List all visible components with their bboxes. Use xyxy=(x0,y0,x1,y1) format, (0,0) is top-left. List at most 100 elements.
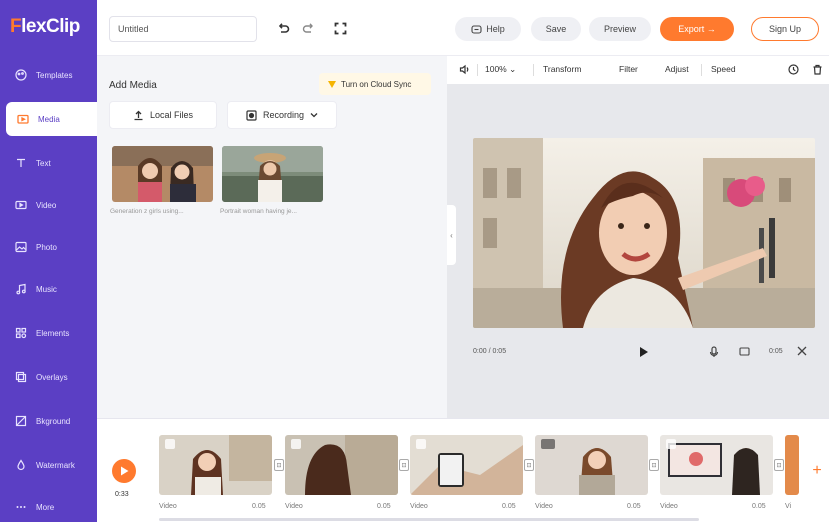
sidebar-item-text[interactable]: Text xyxy=(0,146,97,180)
sidebar-item-label: Watermark xyxy=(36,460,75,470)
export-button[interactable]: Export → xyxy=(660,17,734,41)
play-icon[interactable] xyxy=(639,346,649,360)
recording-dropdown[interactable]: Recording xyxy=(227,101,337,129)
play-icon xyxy=(120,466,129,476)
sidebar-item-label: Elements xyxy=(36,328,70,338)
timeline: 0:33 Video 0.05 ⊡ Video 0.05 ⊡ Video 0.0… xyxy=(97,418,829,522)
add-media-heading: Add Media xyxy=(109,80,157,91)
project-title-input[interactable] xyxy=(109,16,257,42)
video-preview[interactable] xyxy=(473,138,815,328)
microphone-icon[interactable] xyxy=(709,346,719,360)
sidebar-item-elements[interactable]: Elements xyxy=(0,316,97,350)
trash-icon[interactable] xyxy=(812,64,823,77)
clip-duration: 0.05 xyxy=(252,503,266,510)
save-button[interactable]: Save xyxy=(531,17,581,41)
plus-icon: + xyxy=(812,462,822,479)
sign-up-button[interactable]: Sign Up xyxy=(751,17,819,41)
preview-area: 100% ⌄ Transform Filter Adjust Speed 0:0… xyxy=(447,56,829,418)
help-icon xyxy=(471,24,482,35)
preview-time: 0:00 / 0:05 xyxy=(473,348,507,355)
divider xyxy=(477,64,478,76)
zoom-select[interactable]: 100% ⌄ xyxy=(485,64,516,75)
timeline-clip[interactable] xyxy=(785,435,799,495)
preview-button[interactable]: Preview xyxy=(589,17,651,41)
redo-icon[interactable] xyxy=(300,20,316,36)
sidebar-item-music[interactable]: Music xyxy=(0,272,97,306)
transition-button[interactable]: ⊡ xyxy=(399,459,409,471)
clock-icon[interactable] xyxy=(788,64,799,77)
clip-thumbnail xyxy=(285,435,398,495)
sidebar-item-label: Media xyxy=(38,114,60,124)
add-clip-button[interactable]: + xyxy=(809,462,825,479)
sidebar-item-label: Templates xyxy=(36,70,73,80)
speed-button[interactable]: Speed xyxy=(711,64,736,74)
adjust-button[interactable]: Adjust xyxy=(665,64,689,74)
duration-text: 0:05 xyxy=(769,348,783,355)
timeline-clip[interactable] xyxy=(285,435,398,495)
help-button[interactable]: Help xyxy=(455,17,521,41)
sidebar-item-label: Overlays xyxy=(36,372,68,382)
sidebar-item-more[interactable]: More xyxy=(0,490,97,522)
more-icon xyxy=(14,500,28,514)
clip-duration: 0.05 xyxy=(502,503,516,510)
sidebar-item-video[interactable]: Video xyxy=(0,188,97,222)
transition-button[interactable]: ⊡ xyxy=(524,459,534,471)
timeline-clip[interactable] xyxy=(660,435,773,495)
media-panel: Add Media Turn on Cloud Sync Local Files… xyxy=(97,56,447,418)
logo: FlexClip xyxy=(10,16,80,37)
cloud-sync-button[interactable]: Turn on Cloud Sync xyxy=(319,73,431,95)
media-thumbnail[interactable] xyxy=(222,146,323,202)
sidebar-item-label: Bkground xyxy=(36,416,71,426)
clip-label: Vi xyxy=(785,503,792,510)
volume-icon[interactable] xyxy=(459,64,470,77)
clip-label: Video xyxy=(660,503,678,510)
timeline-clip[interactable] xyxy=(159,435,272,495)
video-frame-image xyxy=(473,138,815,328)
sidebar-item-label: Photo xyxy=(36,242,57,252)
fullscreen-icon[interactable] xyxy=(332,20,348,36)
sidebar-item-media[interactable]: Media xyxy=(6,102,97,136)
record-icon xyxy=(246,109,257,121)
sidebar-item-background[interactable]: Bkground xyxy=(0,404,97,438)
palette-icon xyxy=(14,68,28,82)
timeline-clip[interactable] xyxy=(535,435,648,495)
caption-icon[interactable] xyxy=(739,346,750,359)
local-files-button[interactable]: Local Files xyxy=(109,101,217,129)
media-caption: Generation z girls using... xyxy=(110,208,184,215)
video-icon xyxy=(14,198,28,212)
chevron-down-icon xyxy=(310,112,318,118)
sidebar-item-label: Text xyxy=(36,158,51,168)
media-thumbnail[interactable] xyxy=(112,146,213,202)
filter-button[interactable]: Filter xyxy=(619,64,638,74)
expand-icon[interactable] xyxy=(797,346,807,358)
clip-thumbnail xyxy=(660,435,773,495)
timeline-total-time: 0:33 xyxy=(115,491,129,498)
transition-button[interactable]: ⊡ xyxy=(649,459,659,471)
clip-duration: 0.05 xyxy=(752,503,766,510)
timeline-clip[interactable] xyxy=(410,435,523,495)
background-icon xyxy=(14,414,28,428)
chevron-down-icon: ⌄ xyxy=(509,64,517,74)
sidebar-item-templates[interactable]: Templates xyxy=(0,58,97,92)
sidebar: FlexClip Templates Media Text Video Phot… xyxy=(0,0,97,522)
sidebar-item-label: Video xyxy=(36,200,57,210)
transition-button[interactable]: ⊡ xyxy=(774,459,784,471)
timeline-scrollbar[interactable] xyxy=(159,518,699,521)
undo-icon[interactable] xyxy=(275,20,291,36)
watermark-icon xyxy=(14,458,28,472)
sidebar-item-photo[interactable]: Photo xyxy=(0,230,97,264)
transition-button[interactable]: ⊡ xyxy=(274,459,284,471)
cloud-icon xyxy=(327,80,337,89)
elements-icon xyxy=(14,326,28,340)
timeline-play-button[interactable] xyxy=(112,459,136,483)
text-icon xyxy=(14,156,28,170)
media-caption: Portrait woman having je... xyxy=(220,208,297,215)
upload-icon xyxy=(133,110,144,121)
media-thumbnail-image xyxy=(222,146,323,202)
collapse-panel-button[interactable]: ‹ xyxy=(447,205,456,265)
overlay-icon xyxy=(14,370,28,384)
sidebar-item-watermark[interactable]: Watermark xyxy=(0,448,97,482)
transform-button[interactable]: Transform xyxy=(543,64,581,74)
sidebar-item-overlays[interactable]: Overlays xyxy=(0,360,97,394)
clip-duration: 0.05 xyxy=(627,503,641,510)
